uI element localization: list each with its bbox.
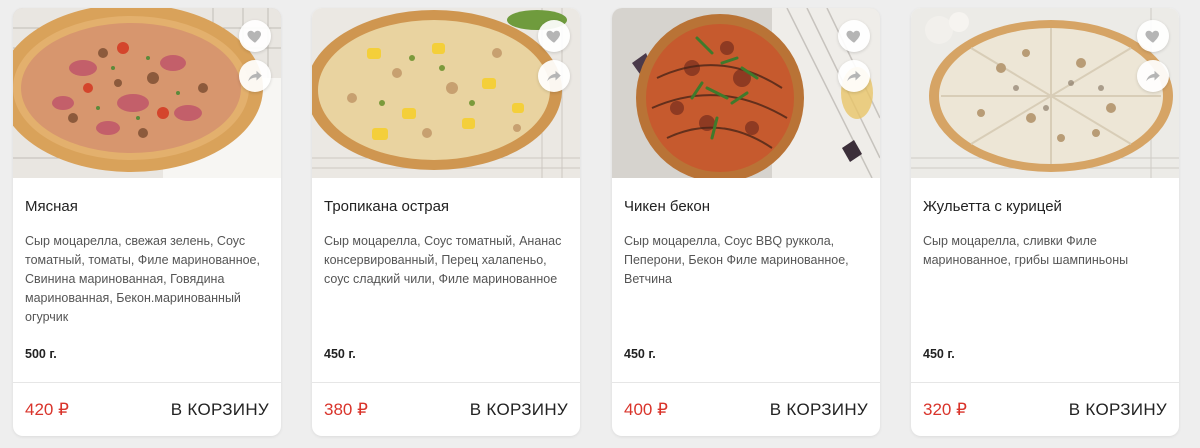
product-description: Сыр моцарелла, Соус томатный, Ананас кон… bbox=[324, 234, 562, 286]
heart-icon bbox=[1145, 30, 1160, 43]
share-button[interactable] bbox=[1137, 60, 1169, 92]
product-weight: 450 г. bbox=[923, 347, 955, 361]
share-icon bbox=[1146, 70, 1160, 82]
product-price: 320 ₽ bbox=[923, 400, 967, 419]
heart-icon bbox=[247, 30, 262, 43]
share-icon bbox=[547, 70, 561, 82]
product-weight: 450 г. bbox=[324, 347, 356, 361]
product-weight: 500 г. bbox=[25, 347, 57, 361]
favorite-button[interactable] bbox=[239, 20, 271, 52]
add-to-cart-button[interactable]: В КОРЗИНУ bbox=[171, 400, 269, 420]
product-description: Сыр моцарелла, свежая зелень, Соус томат… bbox=[25, 234, 260, 324]
product-weight: 450 г. bbox=[624, 347, 656, 361]
card-divider bbox=[612, 382, 880, 383]
add-to-cart-button[interactable]: В КОРЗИНУ bbox=[1069, 400, 1167, 420]
product-title[interactable]: Тропикана острая bbox=[324, 198, 568, 216]
share-button[interactable] bbox=[538, 60, 570, 92]
product-title[interactable]: Мясная bbox=[25, 198, 269, 216]
card-divider bbox=[13, 382, 281, 383]
add-to-cart-button[interactable]: В КОРЗИНУ bbox=[470, 400, 568, 420]
product-card[interactable]: Мясная Сыр моцарелла, свежая зелень, Соу… bbox=[13, 8, 281, 436]
heart-icon bbox=[546, 30, 561, 43]
share-icon bbox=[847, 70, 861, 82]
product-price: 380 ₽ bbox=[324, 400, 368, 419]
add-to-cart-button[interactable]: В КОРЗИНУ bbox=[770, 400, 868, 420]
favorite-button[interactable] bbox=[538, 20, 570, 52]
card-divider bbox=[911, 382, 1179, 383]
heart-icon bbox=[846, 30, 861, 43]
share-button[interactable] bbox=[838, 60, 870, 92]
favorite-button[interactable] bbox=[838, 20, 870, 52]
share-icon bbox=[248, 70, 262, 82]
product-card[interactable]: Тропикана острая Сыр моцарелла, Соус том… bbox=[312, 8, 580, 436]
favorite-button[interactable] bbox=[1137, 20, 1169, 52]
product-description: Сыр моцарелла, сливки Филе маринованное,… bbox=[923, 234, 1129, 267]
product-card[interactable]: Жульетта с курицей Сыр моцарелла, сливки… bbox=[911, 8, 1179, 436]
product-price: 400 ₽ bbox=[624, 400, 668, 419]
product-card[interactable]: Чикен бекон Сыр моцарелла, Соус BBQ рукк… bbox=[612, 8, 880, 436]
product-grid: Мясная Сыр моцарелла, свежая зелень, Соу… bbox=[13, 8, 1189, 436]
card-divider bbox=[312, 382, 580, 383]
share-button[interactable] bbox=[239, 60, 271, 92]
product-price: 420 ₽ bbox=[25, 400, 69, 419]
product-title[interactable]: Чикен бекон bbox=[624, 198, 868, 216]
product-description: Сыр моцарелла, Соус BBQ руккола, Пеперон… bbox=[624, 234, 849, 286]
product-title[interactable]: Жульетта с курицей bbox=[923, 198, 1167, 216]
